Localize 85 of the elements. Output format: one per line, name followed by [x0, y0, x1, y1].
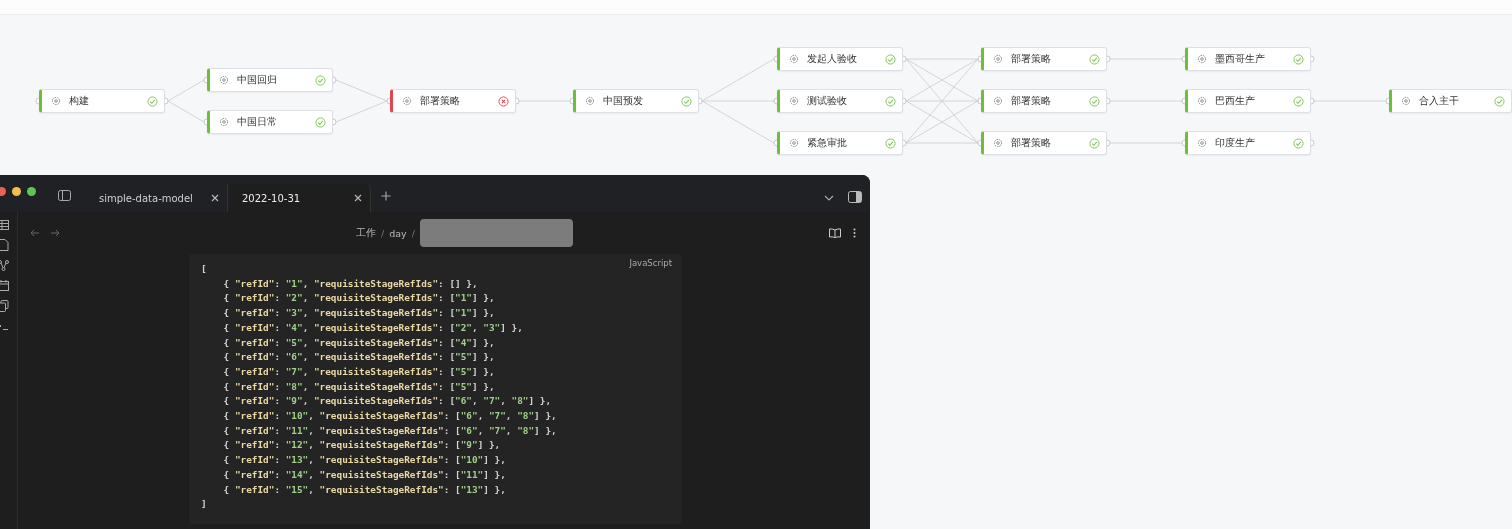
stage-name: 部署策略 — [1011, 52, 1052, 66]
stage-name: 巴西生产 — [1215, 94, 1256, 108]
stage-name: 构建 — [69, 94, 90, 108]
code-line: { "refId": "7", "requisiteStageRefIds": ["5"] }, — [222, 364, 495, 379]
stage-node[interactable]: 发起人验收 — [777, 47, 903, 71]
gear-icon — [789, 54, 799, 64]
code-line: { "refId": "15", "requisiteStageRefIds": ["13"] }, — [222, 482, 506, 497]
stage-name: 部署策略 — [420, 94, 461, 108]
stage-node[interactable]: 部署策略 — [981, 89, 1107, 113]
close-icon[interactable] — [354, 194, 362, 202]
calendar-icon[interactable] — [0, 280, 9, 291]
chevron-down-icon[interactable] — [824, 195, 834, 201]
file-icon[interactable] — [0, 239, 9, 251]
gear-icon — [993, 96, 1003, 106]
code-line: { "refId": "10", "requisiteStageRefIds": ["6", "7", "8"] }, — [222, 409, 557, 424]
stage-node[interactable]: 构建 — [39, 89, 165, 113]
stage-name: 紧急审批 — [807, 136, 848, 150]
code-line: { "refId": "14", "requisiteStageRefIds": ["11"] }, — [222, 467, 506, 482]
gear-icon — [402, 96, 412, 106]
back-arrow-icon[interactable] — [30, 229, 40, 237]
stage-name: 中国日常 — [237, 115, 278, 129]
stage-node[interactable]: 印度生产 — [1185, 131, 1311, 155]
forward-arrow-icon[interactable] — [50, 229, 60, 237]
gear-icon — [219, 117, 229, 127]
stage-node[interactable]: 部署策略 — [981, 131, 1107, 155]
stage-node[interactable]: 合入主干 — [1389, 89, 1512, 113]
stage-node[interactable]: 部署策略 — [390, 89, 516, 113]
stage-name: 发起人验收 — [807, 52, 858, 66]
gear-icon — [219, 75, 229, 85]
stage-node[interactable]: 中国日常 — [207, 110, 333, 134]
gear-icon — [1401, 96, 1411, 106]
maximize-window-icon[interactable] — [27, 187, 36, 196]
code-line: { "refId": "9", "requisiteStageRefIds": ["6", "7", "8"] }, — [222, 394, 552, 409]
gear-icon — [51, 96, 61, 106]
stage-name: 印度生产 — [1215, 136, 1256, 150]
code-line: { "refId": "13", "requisiteStageRefIds": ["10"] }, — [222, 453, 506, 468]
gear-icon — [1197, 54, 1207, 64]
more-options-icon[interactable] — [853, 228, 856, 238]
editor-tab[interactable]: 2022-10-31 — [228, 184, 371, 212]
gear-icon — [1197, 96, 1207, 106]
stage-node[interactable]: 中国回归 — [207, 68, 333, 92]
code-line: [ — [201, 262, 207, 276]
stage-name: 测试验收 — [807, 94, 848, 108]
stage-node[interactable]: 巴西生产 — [1185, 89, 1311, 113]
code-line: { "refId": "12", "requisiteStageRefIds": ["9"] }, — [222, 438, 501, 453]
stage-node[interactable]: 墨西哥生产 — [1185, 47, 1311, 71]
stage-name: 部署策略 — [1011, 136, 1052, 150]
code-line: { "refId": "8", "requisiteStageRefIds": ["5"] }, — [222, 379, 495, 394]
copy-icon[interactable] — [0, 300, 9, 312]
breadcrumb-separator: / — [381, 227, 385, 239]
stage-name: 墨西哥生产 — [1215, 52, 1266, 66]
breadcrumb-item[interactable]: 工作 — [356, 226, 377, 240]
stage-name: 合入主干 — [1419, 94, 1460, 108]
minimize-window-icon[interactable] — [12, 187, 21, 196]
right-sidebar-toggle-icon[interactable] — [848, 191, 862, 203]
gear-icon — [993, 138, 1003, 148]
code-line: { "refId": "2", "requisiteStageRefIds": ["1"] }, — [222, 291, 495, 306]
code-line: { "refId": "5", "requisiteStageRefIds": ["4"] }, — [222, 335, 495, 350]
code-line: { "refId": "4", "requisiteStageRefIds": ["2", "3"] }, — [222, 320, 523, 335]
book-icon[interactable] — [829, 228, 841, 238]
language-label: JavaScript — [629, 258, 672, 268]
code-line: { "refId": "11", "requisiteStageRefIds": ["6", "7", "8"] }, — [222, 423, 557, 438]
code-line: { "refId": "3", "requisiteStageRefIds": ["1"] }, — [222, 306, 495, 321]
stage-name: 中国回归 — [237, 73, 278, 87]
stage-name: 部署策略 — [1011, 94, 1052, 108]
code-line: { "refId": "1", "requisiteStageRefIds": [] }, — [222, 276, 478, 291]
stage-name: 中国预发 — [603, 94, 644, 108]
breadcrumb-separator: / — [411, 227, 415, 239]
breadcrumb-item[interactable]: day — [389, 227, 407, 239]
new-tab-icon[interactable] — [381, 191, 391, 201]
stage-node[interactable]: 紧急审批 — [777, 131, 903, 155]
close-icon[interactable] — [211, 194, 219, 202]
stage-node[interactable]: 中国预发 — [573, 89, 699, 113]
gear-icon — [789, 96, 799, 106]
gear-icon — [993, 54, 1003, 64]
stage-node[interactable]: 测试验收 — [777, 89, 903, 113]
gear-icon — [789, 138, 799, 148]
gear-icon — [1197, 138, 1207, 148]
sidebar-toggle-icon[interactable] — [58, 190, 71, 201]
gear-icon — [585, 96, 595, 106]
code-line: { "refId": "6", "requisiteStageRefIds": ["5"] }, — [222, 350, 495, 365]
code-line: ] — [201, 497, 207, 512]
stage-node[interactable]: 部署策略 — [981, 47, 1107, 71]
graph-icon[interactable] — [0, 260, 9, 271]
table-icon[interactable] — [0, 220, 9, 230]
